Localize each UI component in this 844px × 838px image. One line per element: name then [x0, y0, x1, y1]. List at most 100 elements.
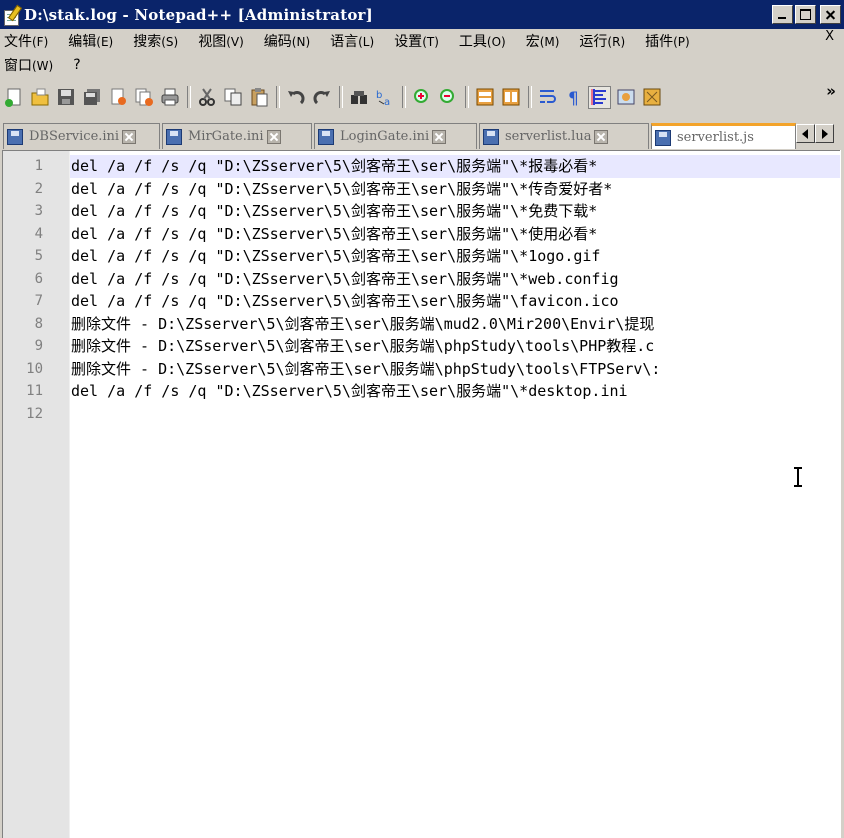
line-number: 10: [26, 360, 43, 377]
line-text-area[interactable]: del /a /f /s /q "D:\ZSserver\5\剑客帝王\ser\…: [70, 178, 840, 201]
cut-button[interactable]: [195, 86, 218, 109]
zoom-in-button[interactable]: [410, 86, 433, 109]
line-text: 删除文件 - D:\ZSserver\5\剑客帝王\ser\服务端\phpStu…: [71, 337, 655, 355]
print-icon: [161, 88, 178, 106]
word-wrap-icon: [539, 90, 556, 103]
editor-line[interactable]: 7 del /a /f /s /q "D:\ZSserver\5\剑客帝王\ser…: [3, 290, 840, 313]
tab-label: MirGate.ini: [188, 129, 264, 144]
tab-0[interactable]: DBService.ini: [3, 123, 160, 149]
line-text-area[interactable]: del /a /f /s /q "D:\ZSserver\5\剑客帝王\ser\…: [70, 200, 840, 223]
open-file-button[interactable]: [28, 86, 51, 109]
print-button[interactable]: [158, 86, 181, 109]
sync-horizontal-button[interactable]: [499, 86, 522, 109]
editor-line[interactable]: 4 del /a /f /s /q "D:\ZSserver\5\剑客帝王\ser…: [3, 223, 840, 246]
tab-1[interactable]: MirGate.ini: [162, 123, 312, 149]
notepadpp-icon[interactable]: [2, 4, 23, 26]
editor-line[interactable]: 11 del /a /f /s /q "D:\ZSserver\5\剑客帝王\se…: [3, 380, 840, 403]
menu-item-row1-1[interactable]: 编辑(E): [68, 31, 113, 51]
close-all-icon: [135, 88, 153, 106]
save-all-button[interactable]: [80, 86, 103, 109]
tab-4[interactable]: serverlist.js: [651, 123, 796, 149]
show-all-chars-button[interactable]: ¶: [562, 86, 585, 109]
line-text-area[interactable]: 删除文件 - D:\ZSserver\5\剑客帝王\ser\服务端\mud2.0…: [70, 313, 840, 336]
close-button[interactable]: [820, 5, 841, 24]
tab-2[interactable]: LoginGate.ini: [314, 123, 477, 149]
close-button[interactable]: [106, 86, 129, 109]
svg-text:¶: ¶: [568, 89, 579, 107]
line-text-area[interactable]: 删除文件 - D:\ZSserver\5\剑客帝王\ser\服务端\phpStu…: [70, 335, 840, 358]
editor-line[interactable]: 12: [3, 403, 840, 426]
line-text-area[interactable]: del /a /f /s /q "D:\ZSserver\5\剑客帝王\ser\…: [70, 155, 840, 178]
line-text-area[interactable]: del /a /f /s /q "D:\ZSserver\5\剑客帝王\ser\…: [70, 268, 840, 291]
line-text-area[interactable]: del /a /f /s /q "D:\ZSserver\5\剑客帝王\ser\…: [70, 290, 840, 313]
line-text-area[interactable]: del /a /f /s /q "D:\ZSserver\5\剑客帝王\ser\…: [70, 245, 840, 268]
sync-vertical-button[interactable]: [473, 86, 496, 109]
new-file-icon: [4, 88, 20, 107]
find-button[interactable]: [347, 86, 370, 109]
tab-scroll-right-button[interactable]: [815, 124, 834, 143]
menu-item-row1-6[interactable]: 设置(T): [394, 31, 439, 51]
line-text-area[interactable]: [70, 403, 840, 426]
toolbar-overflow-button[interactable]: »: [826, 82, 836, 100]
line-text-area[interactable]: del /a /f /s /q "D:\ZSserver\5\剑客帝王\ser\…: [70, 380, 840, 403]
tab-close-icon[interactable]: [122, 129, 137, 144]
zoom-out-button[interactable]: [436, 86, 459, 109]
save-button[interactable]: [54, 86, 77, 109]
close-all-button[interactable]: [132, 86, 155, 109]
editor-line[interactable]: 8 删除文件 - D:\ZSserver\5\剑客帝王\ser\服务端\mud2.…: [3, 313, 840, 336]
tab-close-icon[interactable]: [266, 129, 281, 144]
doc-map-button[interactable]: [640, 86, 663, 109]
menu-item-accelerator: (E): [96, 35, 114, 49]
minimize-button[interactable]: [772, 5, 793, 24]
menu-item-label: 编码: [263, 34, 292, 50]
editor-line[interactable]: 6 del /a /f /s /q "D:\ZSserver\5\剑客帝王\ser…: [3, 268, 840, 291]
editor-line[interactable]: 1 del /a /f /s /q "D:\ZSserver\5\剑客帝王\ser…: [3, 155, 840, 178]
tab-scroll-left-button[interactable]: [796, 124, 815, 143]
menu-item-row1-0[interactable]: 文件(F): [4, 31, 48, 51]
editor-line[interactable]: 2 del /a /f /s /q "D:\ZSserver\5\剑客帝王\ser…: [3, 178, 840, 201]
tab-close-icon[interactable]: [432, 129, 447, 144]
svg-text:a: a: [384, 97, 390, 107]
window-right-border: [840, 150, 844, 838]
indent-guide-button[interactable]: [588, 85, 611, 109]
editor-line[interactable]: 5 del /a /f /s /q "D:\ZSserver\5\剑客帝王\ser…: [3, 245, 840, 268]
line-number: 2: [34, 180, 43, 197]
undo-button[interactable]: [284, 86, 307, 109]
menu-item-row2-0[interactable]: 窗口(W): [4, 55, 53, 75]
editor-line[interactable]: 10 删除文件 - D:\ZSserver\5\剑客帝王\ser\服务端\phpS…: [3, 358, 840, 381]
editor-area[interactable]: 1 del /a /f /s /q "D:\ZSserver\5\剑客帝王\ser…: [2, 150, 840, 838]
paste-button[interactable]: [247, 86, 270, 109]
line-text-area[interactable]: 删除文件 - D:\ZSserver\5\剑客帝王\ser\服务端\phpStu…: [70, 358, 840, 381]
menu-item-row1-2[interactable]: 搜索(S): [133, 31, 178, 51]
tab-label: LoginGate.ini: [340, 129, 430, 144]
tab-close-icon[interactable]: [594, 129, 609, 144]
user-language-button[interactable]: [614, 86, 637, 109]
line-text: del /a /f /s /q "D:\ZSserver\5\剑客帝王\ser\…: [71, 269, 619, 288]
editor-line[interactable]: 9 删除文件 - D:\ZSserver\5\剑客帝王\ser\服务端\phpSt…: [3, 335, 840, 358]
menu-item-accelerator: (M): [539, 35, 560, 49]
menu-item-row1-3[interactable]: 视图(V): [198, 31, 244, 51]
sync-vertical-icon: [476, 88, 493, 106]
menu-item-row1-9[interactable]: 运行(R): [579, 31, 625, 51]
editor-line[interactable]: 3 del /a /f /s /q "D:\ZSserver\5\剑客帝王\ser…: [3, 200, 840, 223]
line-text: del /a /f /s /q "D:\ZSserver\5\剑客帝王\ser\…: [71, 292, 619, 310]
line-number: 12: [26, 405, 43, 422]
close-document-button[interactable]: X: [825, 29, 834, 44]
menu-item-row1-7[interactable]: 工具(O): [459, 31, 506, 51]
menu-item-row1-10[interactable]: 插件(P): [645, 31, 690, 51]
copy-button[interactable]: [221, 86, 244, 109]
title-bar[interactable]: D:\stak.log - Notepad++ [Administrator]: [0, 0, 844, 29]
tab-3[interactable]: serverlist.lua: [479, 123, 649, 149]
close-icon: [111, 88, 126, 105]
replace-button[interactable]: ba: [373, 86, 396, 109]
word-wrap-button[interactable]: [536, 86, 559, 109]
zoom-out-icon: [439, 89, 454, 103]
menu-item-row2-1[interactable]: ?: [73, 57, 80, 73]
menu-item-row1-4[interactable]: 编码(N): [264, 31, 310, 51]
redo-button[interactable]: [310, 86, 333, 109]
line-text-area[interactable]: del /a /f /s /q "D:\ZSserver\5\剑客帝王\ser\…: [70, 223, 840, 246]
new-file-button[interactable]: [2, 86, 25, 109]
menu-item-row1-5[interactable]: 语言(L): [330, 31, 374, 51]
menu-item-row1-8[interactable]: 宏(M): [526, 31, 560, 51]
maximize-button[interactable]: [795, 5, 816, 24]
